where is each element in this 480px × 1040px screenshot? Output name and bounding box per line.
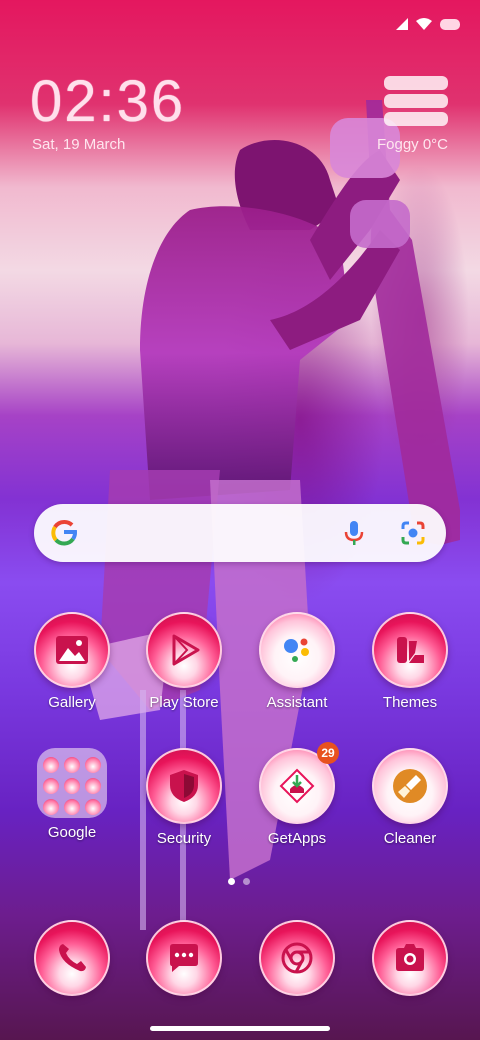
play-store-icon (146, 612, 222, 688)
mic-icon[interactable] (342, 520, 366, 546)
status-bar (396, 18, 460, 30)
messages-icon (146, 920, 222, 996)
dock-camera[interactable] (360, 920, 460, 996)
google-search-bar[interactable] (34, 504, 446, 562)
app-label: Play Store (149, 694, 219, 711)
weather-text[interactable]: Foggy 0°C (377, 136, 448, 153)
google-folder-icon (37, 748, 107, 818)
app-assistant[interactable]: Assistant (247, 612, 347, 711)
wifi-icon (416, 18, 432, 30)
app-google-folder[interactable]: Google (22, 748, 122, 841)
camera-icon (372, 920, 448, 996)
app-label: Cleaner (383, 830, 437, 847)
cleaner-brush-icon (372, 748, 448, 824)
signal-icon (396, 18, 408, 30)
app-label: GetApps (267, 830, 327, 847)
app-themes[interactable]: Themes (360, 612, 460, 711)
clock-time[interactable]: 02:36 (30, 68, 185, 135)
app-label: Gallery (48, 694, 96, 711)
dock-phone[interactable] (22, 920, 122, 996)
phone-icon (34, 920, 110, 996)
dock-messages[interactable] (134, 920, 234, 996)
app-getapps[interactable]: 29 GetApps (247, 742, 347, 847)
themes-icon (372, 612, 448, 688)
clock-date[interactable]: Sat, 19 March (32, 136, 125, 153)
app-play-store[interactable]: Play Store (134, 612, 234, 711)
google-g-icon (51, 520, 77, 546)
page-dot-active (228, 878, 235, 885)
app-cleaner[interactable]: Cleaner (360, 748, 460, 847)
chrome-icon (259, 920, 335, 996)
lens-icon[interactable] (400, 520, 426, 546)
assistant-icon (259, 612, 335, 688)
app-label: Google (47, 824, 97, 841)
fog-icon[interactable] (384, 76, 448, 126)
page-indicator[interactable] (228, 878, 250, 885)
app-label: Security (156, 830, 212, 847)
security-shield-icon (146, 748, 222, 824)
notification-badge: 29 (317, 742, 339, 764)
app-label: Themes (382, 694, 438, 711)
app-gallery[interactable]: Gallery (22, 612, 122, 711)
app-label: Assistant (266, 694, 328, 711)
app-security[interactable]: Security (134, 748, 234, 847)
dock-chrome[interactable] (247, 920, 347, 996)
home-gesture-bar[interactable] (150, 1026, 330, 1031)
page-dot (243, 878, 250, 885)
getapps-icon: 29 (259, 742, 339, 824)
battery-icon (440, 18, 460, 30)
gallery-icon (34, 612, 110, 688)
